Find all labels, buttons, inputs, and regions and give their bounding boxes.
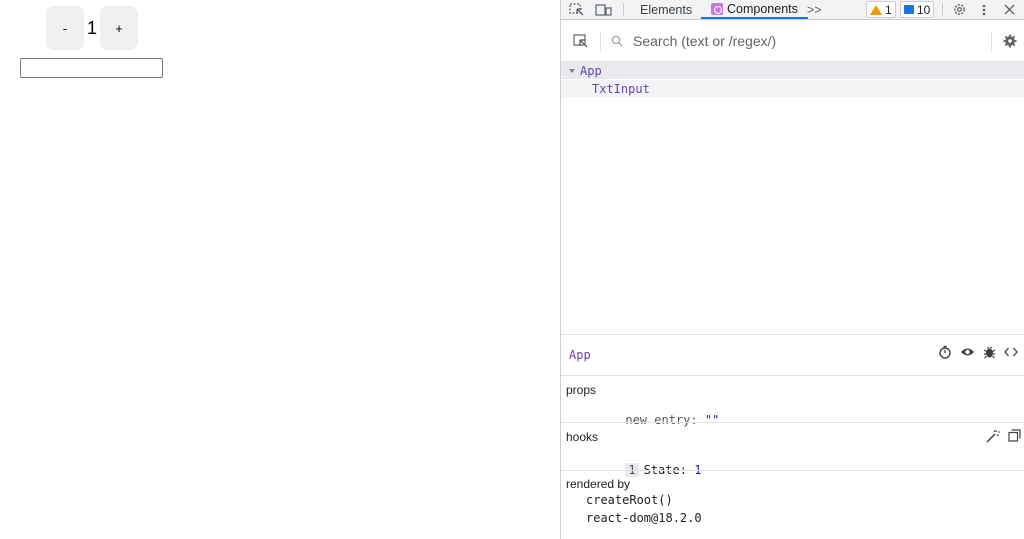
stopwatch-icon[interactable]	[938, 345, 952, 359]
component-search-bar	[561, 21, 1024, 62]
inspect-element-icon[interactable]	[569, 0, 585, 19]
renderer-item: createRoot()	[586, 493, 673, 507]
app-viewport: - 1 +	[0, 0, 560, 539]
tab-components-label: Components	[727, 1, 798, 16]
search-divider-2	[991, 32, 992, 51]
increment-button[interactable]: +	[100, 6, 138, 50]
settings-gear-icon[interactable]	[952, 0, 967, 19]
props-heading: props	[566, 383, 597, 397]
device-toolbar-icon[interactable]	[595, 0, 612, 19]
prop-value[interactable]: ""	[705, 413, 719, 427]
view-source-icon[interactable]	[1004, 347, 1018, 357]
selected-component-name: App	[569, 348, 591, 362]
more-options-icon[interactable]	[982, 0, 986, 19]
warnings-badge[interactable]: 1	[866, 1, 896, 18]
select-component-icon[interactable]	[573, 34, 589, 50]
search-icon	[611, 35, 623, 47]
copy-icon[interactable]	[1008, 429, 1021, 442]
eye-icon[interactable]	[960, 346, 975, 358]
inspector-actions	[938, 345, 1018, 359]
devtools-tabbar: Elements Components >> 1 10	[561, 0, 1024, 20]
devtools-panel: Elements Components >> 1 10 Search (text…	[560, 0, 1024, 539]
message-icon	[904, 5, 914, 14]
tree-item-label: TxtInput	[592, 81, 650, 96]
component-settings-gear-icon[interactable]	[1003, 34, 1017, 48]
react-logo-icon	[711, 2, 723, 15]
prop-row[interactable]: new entry: ""	[582, 399, 719, 441]
search-input[interactable]	[633, 33, 963, 49]
rendered-by-heading: rendered by	[566, 477, 631, 491]
panel-divider	[561, 334, 1024, 335]
panel-divider	[561, 375, 1024, 376]
counter: - 1 +	[46, 6, 138, 50]
warning-icon	[870, 4, 882, 15]
panel-divider	[561, 422, 1024, 423]
renderer-item: react-dom@18.2.0	[586, 511, 702, 525]
messages-badge[interactable]: 10	[900, 1, 935, 18]
tree-item-app[interactable]: App	[561, 62, 1024, 79]
more-tabs-button[interactable]: >>	[807, 0, 822, 19]
tab-components[interactable]: Components	[701, 0, 808, 19]
warnings-count: 1	[885, 2, 892, 17]
magic-wand-icon[interactable]	[986, 429, 1000, 443]
bug-icon[interactable]	[983, 345, 996, 359]
tab-elements[interactable]: Elements	[640, 0, 692, 19]
panel-divider	[561, 470, 1024, 471]
expand-caret-icon[interactable]	[569, 68, 575, 73]
decrement-button[interactable]: -	[46, 6, 84, 50]
tree-item-txtinput[interactable]: TxtInput	[561, 80, 1024, 97]
tree-item-label: App	[580, 63, 602, 78]
close-icon[interactable]	[1004, 0, 1015, 19]
tabbar-separator-2	[942, 3, 943, 16]
hooks-heading: hooks	[566, 430, 599, 444]
screen: - 1 + Elements Components >> 1 10 Search…	[0, 0, 1024, 539]
tabbar-separator	[623, 3, 624, 16]
text-input[interactable]	[20, 58, 163, 78]
count-value: 1	[86, 17, 97, 38]
search-divider	[600, 32, 601, 51]
prop-key: new entry:	[625, 413, 698, 427]
messages-count: 10	[917, 2, 931, 17]
